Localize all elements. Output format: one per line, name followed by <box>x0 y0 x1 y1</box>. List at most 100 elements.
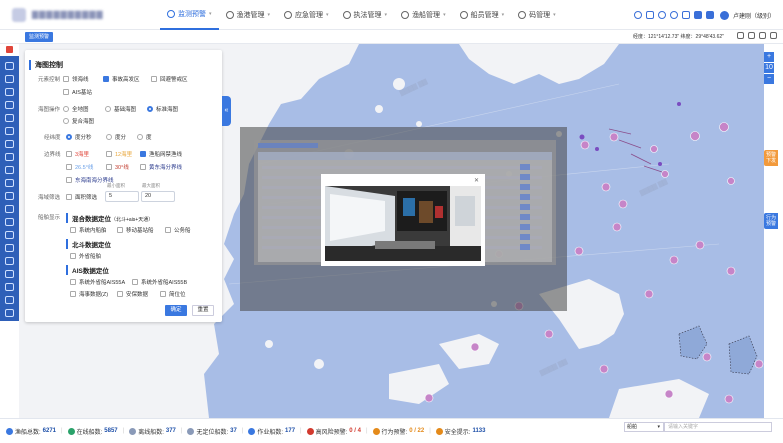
tab-monitor[interactable]: 监测预警 <box>25 32 54 42</box>
behavior-warning-button[interactable]: 行为 预警 <box>764 213 778 229</box>
grid-icon[interactable] <box>5 270 14 278</box>
status-item-4[interactable]: 作业船数: 177 <box>248 427 295 436</box>
status-item-3[interactable]: 无定位船数: 37 <box>187 427 237 436</box>
search-type-select[interactable]: 船舶 ▾ <box>624 422 664 432</box>
checkbox[interactable] <box>106 151 112 157</box>
chat-icon[interactable] <box>5 179 14 187</box>
document-icon[interactable] <box>5 166 14 174</box>
option-3nm[interactable]: 3海里 <box>66 150 89 158</box>
status-item-2[interactable]: 离线船数: 377 <box>129 427 176 436</box>
collapse-panel-button[interactable]: « <box>222 96 231 126</box>
confirm-button[interactable]: 确定 <box>165 305 187 316</box>
message-icon[interactable] <box>681 11 690 19</box>
radio[interactable] <box>63 118 69 124</box>
checkbox[interactable] <box>117 291 123 297</box>
option-accident-zone[interactable]: 事故高发区 <box>103 75 140 83</box>
nav-item-4[interactable]: 渔船管理 ▾ <box>394 0 453 30</box>
checkbox[interactable] <box>140 151 146 157</box>
status-item-7[interactable]: 安全提示: 1133 <box>435 427 485 436</box>
checkbox[interactable] <box>140 164 146 170</box>
ruler-icon[interactable] <box>5 244 14 252</box>
nav-item-1[interactable]: 渔港管理 ▾ <box>219 0 278 30</box>
option-12nm[interactable]: 12海里 <box>106 150 132 158</box>
zoom-out-button[interactable]: − <box>764 74 774 84</box>
radio[interactable] <box>147 106 153 112</box>
checkbox[interactable] <box>66 164 72 170</box>
checkbox[interactable] <box>70 227 76 233</box>
checkbox[interactable] <box>165 227 171 233</box>
min-area-input[interactable]: 5 <box>105 191 139 202</box>
checkbox[interactable] <box>70 291 76 297</box>
sound-icon[interactable] <box>5 296 14 304</box>
option-position-data[interactable]: 简位位 <box>160 290 186 298</box>
nav-item-5[interactable]: 船员管理 ▾ <box>453 0 512 30</box>
option-avoid-zone[interactable]: 回避警戒区 <box>151 75 188 83</box>
upload-icon[interactable] <box>5 218 14 226</box>
grid-icon[interactable] <box>693 11 702 19</box>
option-area-filter[interactable]: 面积筛选 <box>66 193 97 201</box>
reset-button[interactable]: 重置 <box>192 305 214 316</box>
checkbox[interactable] <box>132 279 138 285</box>
option-ais55a[interactable]: 系统外省船AIS55A <box>70 278 125 286</box>
option-dms[interactable]: 度分秒 <box>66 133 92 141</box>
back-icon[interactable] <box>737 32 744 39</box>
status-item-6[interactable]: 行为预警: 0 / 22 <box>372 427 424 436</box>
calendar-icon[interactable] <box>5 192 14 200</box>
checkbox[interactable] <box>66 151 72 157</box>
close-icon[interactable]: ✕ <box>474 177 479 184</box>
option-yellow-east-line[interactable]: 黄东海分界线 <box>140 163 182 171</box>
list-icon[interactable] <box>5 88 14 96</box>
print-icon[interactable] <box>5 309 14 317</box>
phone-icon[interactable] <box>669 11 678 19</box>
status-item-0[interactable]: 渔船总数: 6271 <box>6 427 56 436</box>
option-out-province-ships[interactable]: 外省船舶 <box>70 252 101 260</box>
send-icon[interactable] <box>5 140 14 148</box>
close-icon[interactable] <box>770 32 777 39</box>
chart-icon[interactable] <box>5 231 14 239</box>
layer-icon[interactable] <box>5 62 14 70</box>
checkbox[interactable] <box>70 253 76 259</box>
person-icon[interactable] <box>5 114 14 122</box>
option-ais55b[interactable]: 系统外省船AIS55B <box>132 278 187 286</box>
route-icon[interactable] <box>5 101 14 109</box>
radio[interactable] <box>137 134 143 140</box>
option-no-fishing-line[interactable]: 渔船网禁渔线 <box>140 150 182 158</box>
option-system-ships[interactable]: 系统内船舶 <box>70 226 107 234</box>
checkbox[interactable] <box>160 291 166 297</box>
option-compound-chart[interactable]: 复合海图 <box>63 117 94 125</box>
option-mobile-station-ships[interactable]: 移动基站船 <box>117 226 154 234</box>
refresh-icon[interactable] <box>657 11 666 19</box>
zoom-in-button[interactable]: + <box>764 52 774 62</box>
user-avatar-icon[interactable] <box>719 10 729 20</box>
option-full-map[interactable]: 全地图 <box>63 105 89 113</box>
radio[interactable] <box>105 106 111 112</box>
max-area-input[interactable]: 20 <box>141 191 175 202</box>
checkbox[interactable] <box>70 279 76 285</box>
home-icon[interactable] <box>6 46 13 53</box>
filter-icon[interactable] <box>5 257 14 265</box>
mail-icon[interactable] <box>5 283 14 291</box>
option-dm[interactable]: 度分 <box>106 133 126 141</box>
option-30-line[interactable]: 30°线 <box>106 163 129 171</box>
fullscreen-icon[interactable] <box>759 32 766 39</box>
table-icon[interactable] <box>5 153 14 161</box>
user-name[interactable]: 卢建刚（级别） <box>733 11 775 20</box>
checkbox[interactable] <box>103 76 109 82</box>
nav-item-0[interactable]: 监测预警 ▾ <box>160 0 219 30</box>
monitor-screen-icon[interactable] <box>705 11 714 19</box>
checkbox[interactable] <box>63 89 69 95</box>
checkbox[interactable] <box>63 76 69 82</box>
checkbox[interactable] <box>66 194 72 200</box>
pen-icon[interactable] <box>5 127 14 135</box>
radio[interactable] <box>63 106 69 112</box>
status-item-5[interactable]: 高风险预警: 0 / 4 <box>306 427 361 436</box>
status-item-1[interactable]: 在线船数: 5857 <box>67 427 118 436</box>
option-ais-station[interactable]: AIS基站 <box>63 88 92 96</box>
globe-icon[interactable] <box>5 75 14 83</box>
option-territorial-line[interactable]: 领海线 <box>63 75 89 83</box>
checkbox[interactable] <box>106 164 112 170</box>
checkbox[interactable] <box>66 177 72 183</box>
window-icon[interactable] <box>645 11 654 19</box>
checkbox[interactable] <box>151 76 157 82</box>
nav-item-3[interactable]: 执法管理 ▾ <box>336 0 395 30</box>
